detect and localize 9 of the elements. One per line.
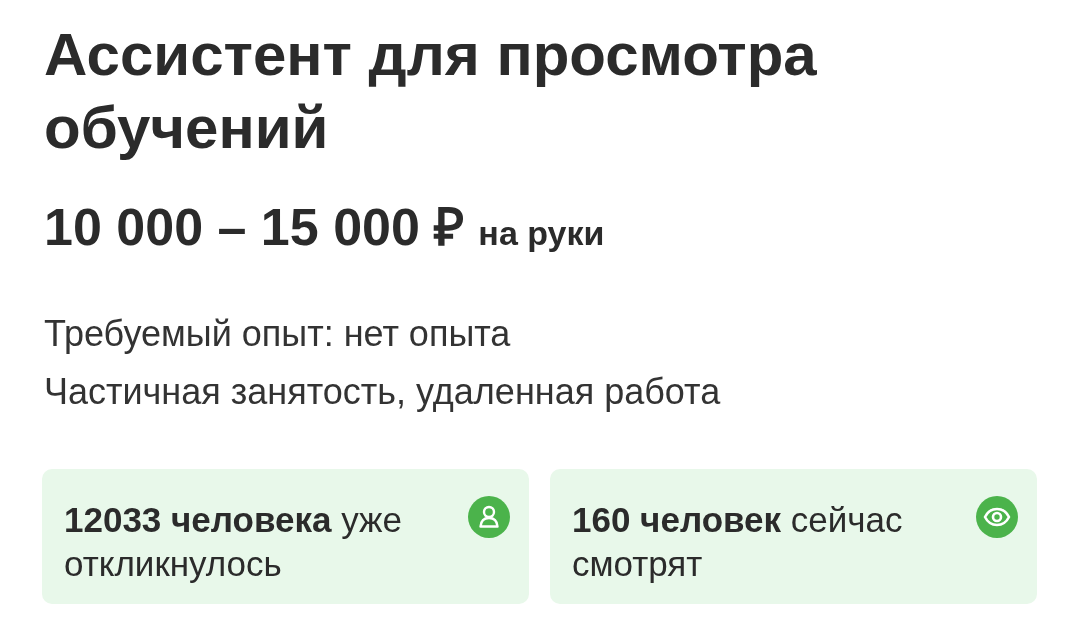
stat-text: 160 человек сейчас смотрят (572, 499, 904, 585)
salary-note: на руки (478, 213, 605, 253)
vacancy-title: Ассистент для просмотра обучений (43, 20, 818, 163)
eye-icon (976, 496, 1018, 538)
vacancy-detail: Частичная занятость, удаленная работа (44, 370, 722, 414)
salary-amount: 10 000 – 15 000 ₽ (44, 197, 465, 257)
person-icon (468, 496, 510, 538)
vacancy-detail: Требуемый опыт: нет опыта (44, 312, 512, 356)
stat-text: 12033 человека уже откликнулось (64, 499, 403, 585)
